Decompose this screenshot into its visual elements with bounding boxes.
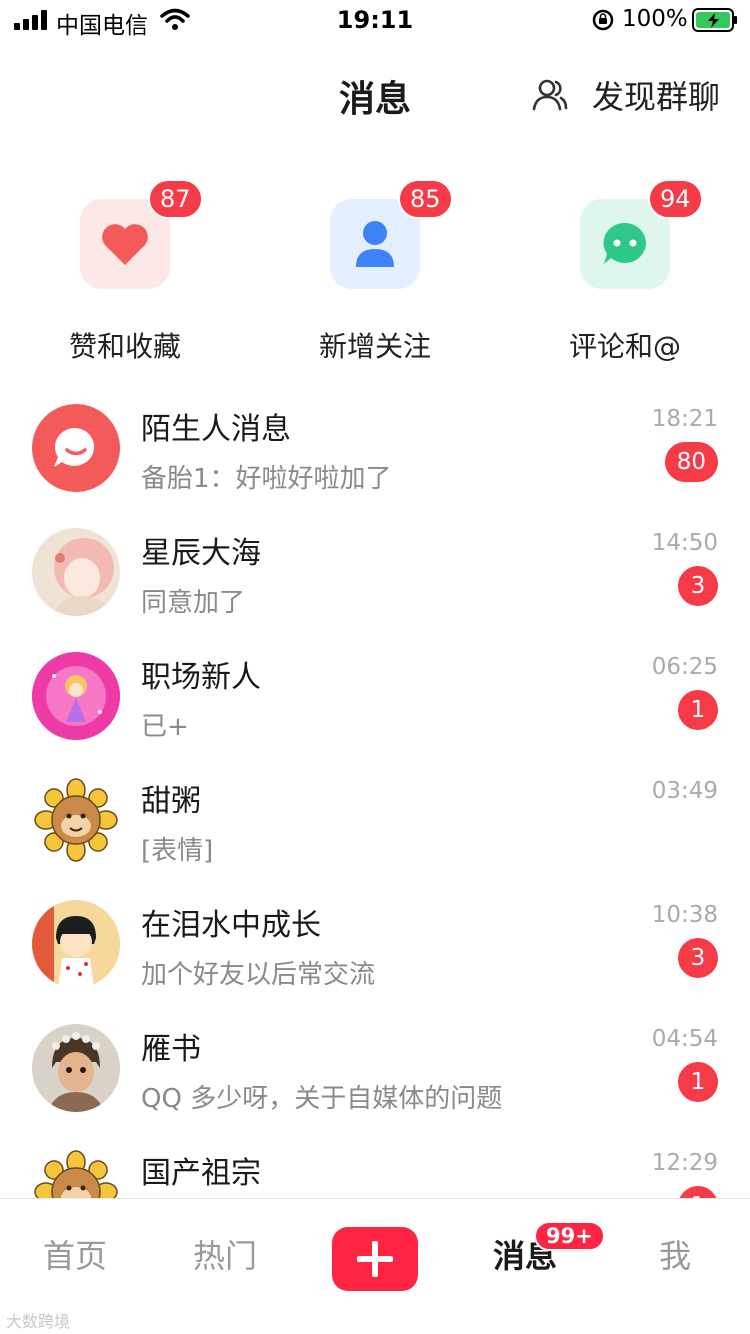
boy-flower-crown-avatar <box>32 1024 120 1112</box>
comments-label: 评论和@ <box>568 330 681 363</box>
bottom-tab-bar: 首页 热门 消息 99+ 我 <box>0 1198 750 1334</box>
conversation-name: 甜粥 <box>141 784 201 819</box>
conversation-preview: 同意加了 <box>141 588 246 618</box>
conversation-preview: [表情] <box>141 836 214 866</box>
list-item[interactable]: 星辰大海 同意加了 14:50 3 <box>0 510 750 634</box>
anime-girl-avatar <box>32 528 120 616</box>
sunflower-monkey-avatar <box>32 776 120 864</box>
likes-badge: 87 <box>148 179 203 219</box>
conversation-name: 星辰大海 <box>141 536 261 571</box>
create-post-button[interactable] <box>332 1227 418 1291</box>
header: 消息 发现群聊 <box>0 60 750 130</box>
unread-badge: 80 <box>664 442 718 482</box>
conversation-time: 12:29 <box>651 1150 718 1176</box>
new-followers-entry[interactable]: 85 新增关注 <box>250 175 500 375</box>
rotation-lock-icon <box>592 9 614 31</box>
stranger-message-icon <box>32 404 120 492</box>
maruko-avatar <box>32 900 120 988</box>
list-item[interactable]: 陌生人消息 备胎1：好啦好啦加了 18:21 80 <box>0 386 750 510</box>
conversation-name: 职场新人 <box>141 660 261 695</box>
unread-badge: 1 <box>678 690 718 730</box>
conversation-name: 国产祖宗 <box>141 1156 261 1191</box>
watermark: 大数跨境 <box>6 1312 71 1331</box>
followers-label: 新增关注 <box>318 330 431 363</box>
conversation-name: 在泪水中成长 <box>141 908 321 943</box>
conversation-preview: 加个好友以后常交流 <box>141 960 376 990</box>
conversation-time: 06:25 <box>651 654 718 680</box>
battery-percent: 100% <box>622 6 688 32</box>
list-item[interactable]: 国产祖宗 12:29 1 <box>0 1130 750 1198</box>
unread-badge: 1 <box>678 1062 718 1102</box>
unread-badge: 1 <box>678 1186 718 1198</box>
pink-anime-avatar <box>32 652 120 740</box>
user-icon <box>356 221 394 267</box>
tab-me[interactable]: 我 <box>600 1231 750 1277</box>
list-item[interactable]: 职场新人 已+ 06:25 1 <box>0 634 750 758</box>
likes-and-collections-entry[interactable]: 87 赞和收藏 <box>0 175 250 375</box>
status-bar: 中国电信 19:11 100% <box>0 0 750 40</box>
tab-hot[interactable]: 热门 <box>150 1231 300 1277</box>
discover-group-chat-label: 发现群聊 <box>591 78 720 116</box>
chat-bubble-icon <box>603 222 646 264</box>
battery-icon <box>692 8 737 32</box>
sunflower-monkey-avatar <box>32 1148 120 1198</box>
group-people-icon <box>532 79 568 111</box>
likes-label: 赞和收藏 <box>68 330 181 363</box>
quick-actions: 87 赞和收藏 85 新增关注 94 评论和@ <box>0 175 750 375</box>
conversation-preview: 已+ <box>141 712 189 742</box>
conversation-time: 14:50 <box>651 530 718 556</box>
messages-tab-badge: 99+ <box>534 1221 605 1251</box>
list-item[interactable]: 甜粥 [表情] 03:49 <box>0 758 750 882</box>
conversation-time: 03:49 <box>651 778 718 804</box>
list-item[interactable]: 在泪水中成长 加个好友以后常交流 10:38 3 <box>0 882 750 1006</box>
tab-home[interactable]: 首页 <box>0 1231 150 1277</box>
conversation-preview: QQ 多少呀，关于自媒体的问题 <box>141 1084 503 1114</box>
conversation-time: 10:38 <box>651 902 718 928</box>
comments-badge: 94 <box>648 179 703 219</box>
list-item[interactable]: 雁书 QQ 多少呀，关于自媒体的问题 04:54 1 <box>0 1006 750 1130</box>
plus-icon <box>357 1241 393 1277</box>
unread-badge: 3 <box>678 566 718 606</box>
heart-icon <box>102 224 148 265</box>
message-list[interactable]: 陌生人消息 备胎1：好啦好啦加了 18:21 80 星辰大海 同意加了 14:5… <box>0 386 750 1198</box>
conversation-time: 04:54 <box>651 1026 718 1052</box>
conversation-name: 雁书 <box>141 1032 201 1067</box>
conversation-name: 陌生人消息 <box>141 412 291 447</box>
conversation-preview: 备胎1：好啦好啦加了 <box>141 464 392 494</box>
conversation-time: 18:21 <box>651 406 718 432</box>
discover-group-chat-button[interactable]: 发现群聊 <box>530 70 720 120</box>
followers-badge: 85 <box>398 179 453 219</box>
comments-and-mentions-entry[interactable]: 94 评论和@ <box>500 175 750 375</box>
unread-badge: 3 <box>678 938 718 978</box>
